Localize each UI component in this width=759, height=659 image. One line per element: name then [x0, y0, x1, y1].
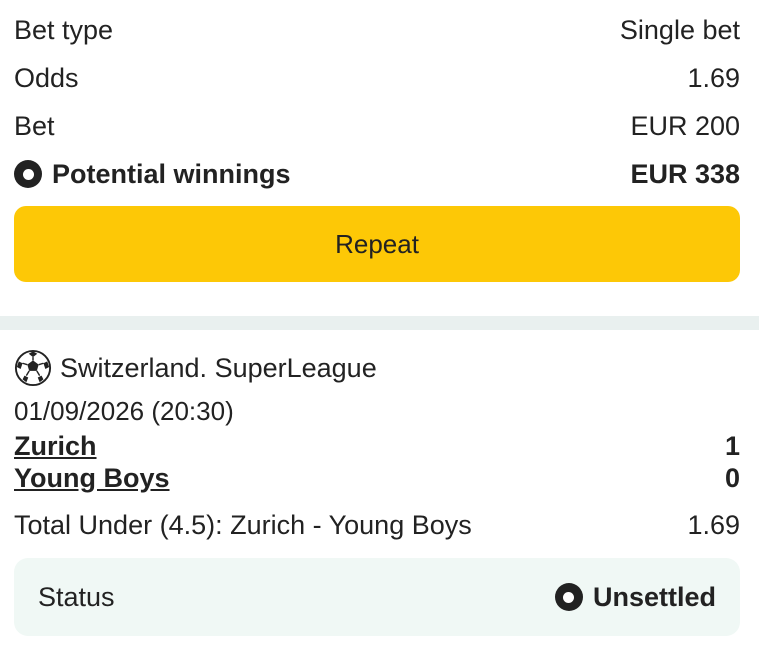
event-details: Switzerland. SuperLeague 01/09/2026 (20:…	[0, 330, 759, 636]
radio-dot-icon	[14, 160, 42, 188]
stake-row: Bet EUR 200	[14, 102, 740, 150]
potential-winnings-row: Potential winnings EUR 338	[14, 150, 740, 198]
section-divider	[0, 316, 759, 330]
league-row: Switzerland. SuperLeague	[14, 348, 740, 388]
status-box: Status Unsettled	[14, 558, 740, 636]
away-team-link[interactable]: Young Boys	[14, 462, 170, 494]
potential-winnings-label: Potential winnings	[52, 158, 291, 189]
home-team-row: Zurich 1	[14, 430, 740, 462]
market-odds: 1.69	[687, 510, 740, 540]
odds-row: Odds 1.69	[14, 54, 740, 102]
home-team-link[interactable]: Zurich	[14, 430, 97, 462]
status-value-wrap: Unsettled	[554, 581, 716, 613]
soccer-ball-icon	[14, 349, 52, 387]
away-score: 0	[724, 463, 740, 493]
event-datetime: 01/09/2026 (20:30)	[14, 396, 234, 426]
status-dot-icon	[554, 583, 583, 611]
odds-label: Odds	[14, 62, 79, 93]
potential-winnings-label-wrap: Potential winnings	[14, 159, 291, 190]
status-label: Status	[38, 581, 115, 612]
away-team-row: Young Boys 0	[14, 462, 740, 494]
bet-type-value: Single bet	[619, 14, 740, 45]
odds-value: 1.69	[687, 62, 740, 93]
market-row: Total Under (4.5): Zurich - Young Boys 1…	[14, 502, 740, 548]
bet-type-row: Bet type Single bet	[14, 6, 740, 54]
bet-summary: Bet type Single bet Odds 1.69 Bet EUR 20…	[0, 6, 759, 282]
repeat-button[interactable]: Repeat	[14, 206, 740, 282]
league-name: Switzerland. SuperLeague	[60, 352, 377, 383]
status-value: Unsettled	[592, 581, 716, 612]
bet-type-label: Bet type	[14, 14, 114, 45]
market-description: Total Under (4.5): Zurich - Young Boys	[14, 510, 472, 540]
potential-winnings-value: EUR 338	[630, 158, 740, 189]
stake-value: EUR 200	[630, 110, 740, 141]
stake-label: Bet	[14, 110, 55, 141]
home-score: 1	[724, 431, 740, 461]
